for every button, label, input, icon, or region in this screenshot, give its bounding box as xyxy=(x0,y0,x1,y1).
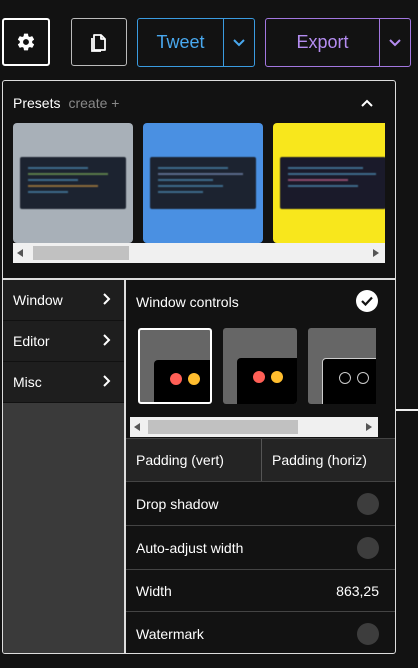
auto-adjust-row[interactable]: Auto-adjust width xyxy=(126,525,395,569)
preset-list xyxy=(13,123,385,263)
width-row: Width 863,25 xyxy=(126,569,395,611)
checkmark-icon xyxy=(361,296,373,306)
background-line xyxy=(396,409,418,411)
window-controls-title: Window controls xyxy=(136,294,239,310)
watermark-label: Watermark xyxy=(136,626,204,642)
window-controls-toggle[interactable] xyxy=(356,290,378,312)
window-preview xyxy=(154,360,210,402)
preset-code-preview xyxy=(280,157,385,209)
export-menu-button[interactable] xyxy=(380,19,410,66)
collapse-presets-button[interactable] xyxy=(360,95,376,111)
document-copy-icon xyxy=(91,34,106,52)
padding-horiz-control[interactable]: Padding (horiz) xyxy=(261,438,395,482)
chevron-down-icon xyxy=(389,38,401,46)
chevron-down-icon xyxy=(233,38,245,46)
menu-item-misc[interactable]: Misc xyxy=(3,362,125,403)
scroll-right-arrow-icon[interactable] xyxy=(364,421,374,433)
close-dot-icon xyxy=(170,373,182,385)
export-split-button: Export xyxy=(265,18,411,67)
scrollbar-thumb[interactable] xyxy=(33,246,129,260)
create-preset-link[interactable]: create + xyxy=(68,95,119,111)
scroll-left-arrow-icon[interactable] xyxy=(132,421,142,433)
copy-button[interactable] xyxy=(71,18,127,66)
window-settings: Window controls Padding (vert) Padding (… xyxy=(126,280,395,653)
chevron-right-icon xyxy=(103,334,111,346)
chevron-right-icon xyxy=(103,293,111,305)
presets-scrollbar[interactable] xyxy=(13,243,385,263)
preset-item[interactable] xyxy=(13,123,133,243)
auto-adjust-label: Auto-adjust width xyxy=(136,539,244,556)
padding-row: Padding (vert) Padding (horiz) xyxy=(126,438,395,482)
minimize-dot-icon xyxy=(188,373,200,385)
settings-panel: Presets create + Window Editor Misc Wind… xyxy=(2,80,396,654)
preset-item[interactable] xyxy=(143,123,263,243)
tweet-button[interactable]: Tweet xyxy=(138,19,224,66)
scrollbar-thumb[interactable] xyxy=(148,420,298,434)
watermark-toggle[interactable] xyxy=(357,623,379,645)
presets-title: Presets xyxy=(13,95,61,111)
tweet-split-button: Tweet xyxy=(137,18,255,67)
window-control-option[interactable] xyxy=(223,328,297,404)
close-dot-icon xyxy=(253,371,265,383)
close-outline-icon xyxy=(339,372,351,384)
auto-adjust-toggle[interactable] xyxy=(357,537,379,559)
window-preview xyxy=(322,358,376,404)
chevron-up-icon xyxy=(361,99,373,107)
minimize-outline-icon xyxy=(357,372,369,384)
presets-header: Presets create + xyxy=(13,95,119,111)
width-label: Width xyxy=(136,582,172,599)
watermark-row[interactable]: Watermark xyxy=(126,611,395,653)
chevron-right-icon xyxy=(103,375,111,387)
scroll-left-arrow-icon[interactable] xyxy=(15,247,25,259)
window-control-option[interactable] xyxy=(308,328,376,404)
window-control-option-selected[interactable] xyxy=(138,328,212,404)
window-controls-scrollbar[interactable] xyxy=(130,417,378,437)
preset-item[interactable] xyxy=(273,123,385,243)
menu-item-label: Window xyxy=(13,292,63,308)
preset-code-preview xyxy=(20,157,126,209)
menu-item-window[interactable]: Window xyxy=(3,280,125,321)
drop-shadow-label: Drop shadow xyxy=(136,495,219,512)
menu-item-label: Misc xyxy=(13,374,42,390)
gear-icon xyxy=(17,33,35,51)
export-button[interactable]: Export xyxy=(266,19,380,66)
menu-item-editor[interactable]: Editor xyxy=(3,321,125,362)
drop-shadow-toggle[interactable] xyxy=(357,493,379,515)
tweet-menu-button[interactable] xyxy=(224,19,254,66)
drop-shadow-row[interactable]: Drop shadow xyxy=(126,481,395,525)
width-value-input[interactable]: 863,25 xyxy=(336,583,379,599)
preset-code-preview xyxy=(150,157,256,209)
scroll-right-arrow-icon[interactable] xyxy=(371,247,381,259)
window-controls-options xyxy=(136,328,376,406)
menu-item-label: Editor xyxy=(13,333,50,349)
window-preview xyxy=(237,358,297,404)
settings-button[interactable] xyxy=(2,18,50,66)
minimize-dot-icon xyxy=(271,371,283,383)
toolbar: Tweet Export xyxy=(0,0,418,80)
padding-vert-control[interactable]: Padding (vert) xyxy=(126,439,261,482)
settings-menu: Window Editor Misc xyxy=(3,280,125,653)
